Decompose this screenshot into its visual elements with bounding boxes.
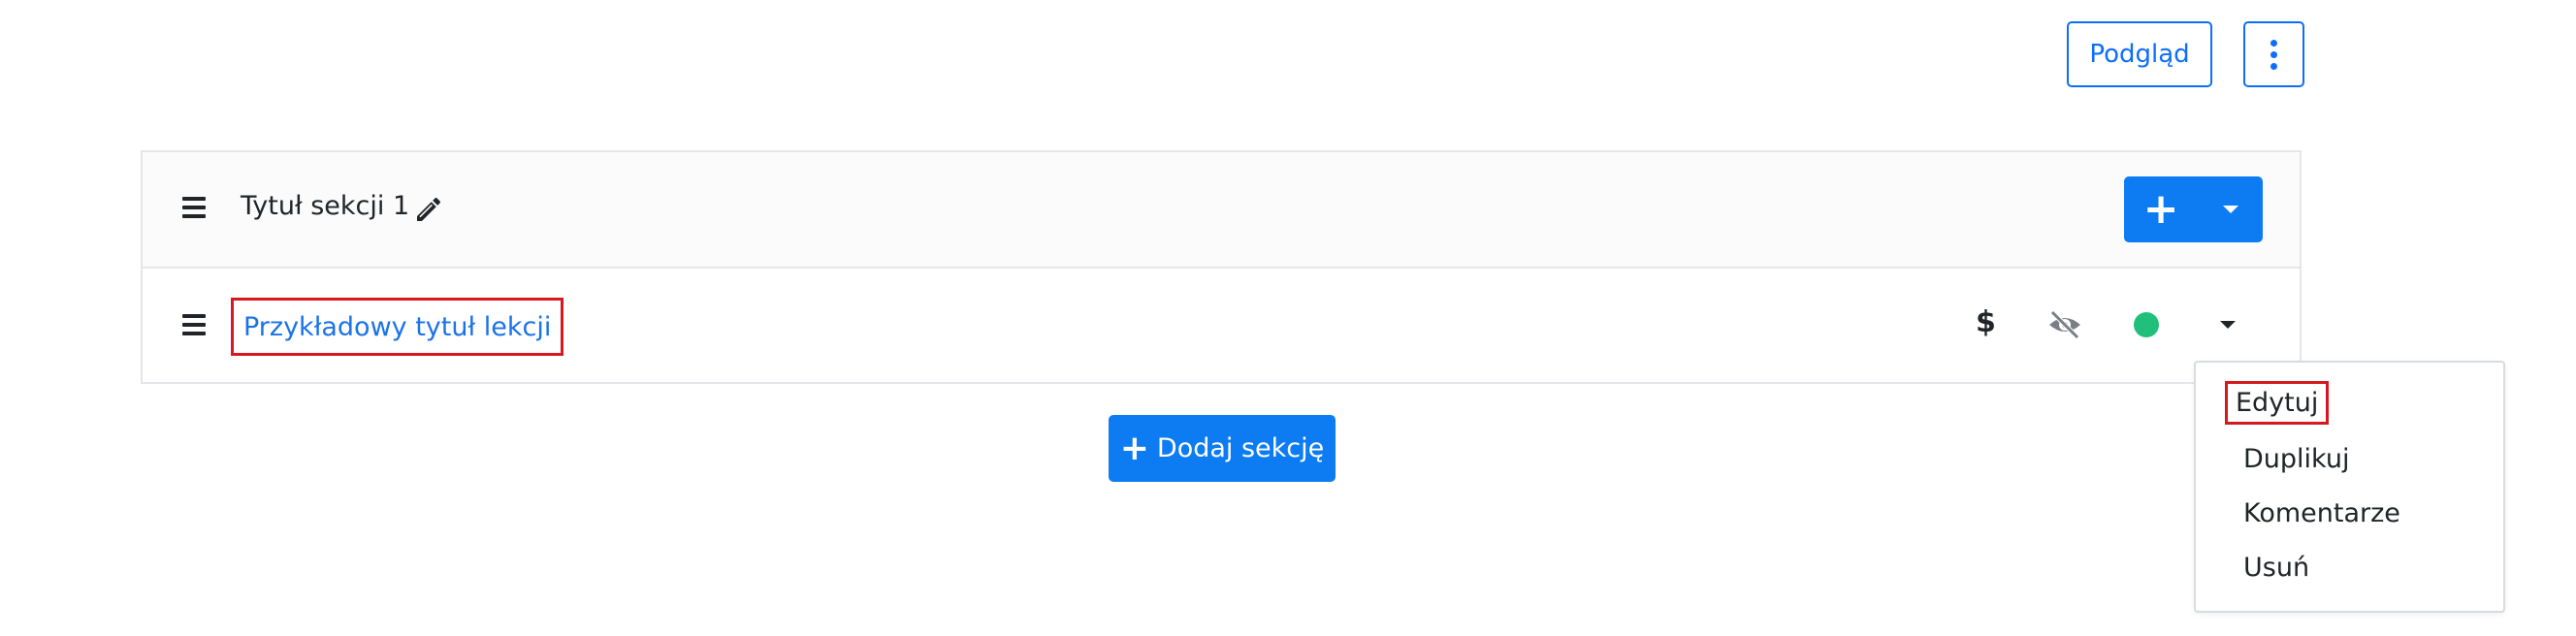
preview-button[interactable]: Podgląd <box>2067 21 2212 87</box>
menu-item-duplicate-label: Duplikuj <box>2243 444 2350 474</box>
add-lesson-button[interactable]: + <box>2124 176 2198 242</box>
lesson-options-toggle[interactable] <box>2210 307 2245 342</box>
caret-down-icon <box>2222 206 2238 213</box>
menu-item-comments[interactable]: Komentarze <box>2243 498 2400 528</box>
lesson-row: Przykładowy tytuł lekcji $ <box>143 269 2300 382</box>
hidden-eye-icon[interactable] <box>2045 307 2084 342</box>
section-title: Tytuł sekcji 1 <box>241 191 410 221</box>
menu-item-edit[interactable]: Edytuj <box>2225 381 2330 425</box>
lesson-drag-handle-icon[interactable] <box>182 314 206 335</box>
section-header: Tytuł sekcji 1 + <box>143 152 2300 269</box>
menu-item-edit-label: Edytuj <box>2236 388 2319 418</box>
add-lesson-split-button[interactable]: + <box>2124 176 2263 242</box>
section-drag-handle-icon[interactable] <box>182 197 206 218</box>
add-section-label: Dodaj sekcję <box>1156 433 1325 463</box>
kebab-icon <box>2270 39 2277 70</box>
menu-item-comments-label: Komentarze <box>2243 498 2400 528</box>
add-section-button[interactable]: + Dodaj sekcję <box>1109 415 1336 482</box>
caret-down-icon <box>2220 321 2236 329</box>
lesson-title-text: Przykładowy tytuł lekcji <box>243 311 552 342</box>
lesson-title-link[interactable]: Przykładowy tytuł lekcji <box>231 298 564 356</box>
preview-button-label: Podgląd <box>2089 40 2190 69</box>
lesson-options-dropdown: Edytuj Duplikuj Komentarze Usuń <box>2194 361 2505 613</box>
edit-pencil-icon[interactable] <box>413 194 444 225</box>
section-card: Tytuł sekcji 1 + Przykładowy tytuł lekcj… <box>141 150 2302 384</box>
plus-icon: + <box>1119 429 1149 468</box>
menu-item-delete-label: Usuń <box>2243 553 2310 583</box>
published-status-dot[interactable] <box>2134 312 2159 337</box>
more-options-button[interactable] <box>2243 21 2304 87</box>
paid-lesson-icon[interactable]: $ <box>1976 305 1996 339</box>
add-lesson-dropdown-toggle[interactable] <box>2198 176 2263 242</box>
menu-item-delete[interactable]: Usuń <box>2243 553 2309 583</box>
menu-item-duplicate[interactable]: Duplikuj <box>2243 444 2349 474</box>
plus-icon: + <box>2142 184 2179 234</box>
